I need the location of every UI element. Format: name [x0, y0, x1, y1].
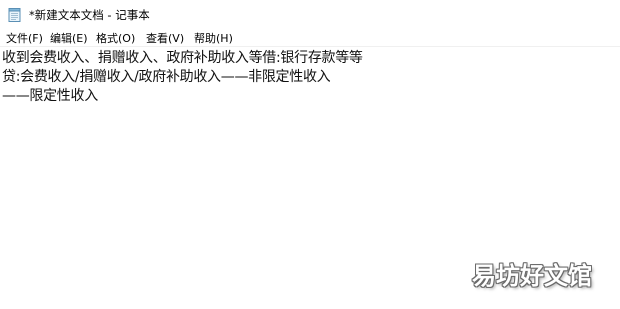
watermark: 易坊好文馆 — [472, 262, 592, 290]
editor-line-1: 收到会费收入、捐赠收入、政府补助收入等借:银行存款等等 — [2, 50, 363, 66]
window-title: *新建文本文档 - 记事本 — [29, 8, 150, 22]
menu-bar: 文件(F) 编辑(E) 格式(O) 查看(V) 帮助(H) — [0, 30, 620, 47]
menu-help[interactable]: 帮助(H) — [194, 31, 233, 46]
notepad-window: *新建文本文档 - 记事本 文件(F) 编辑(E) 格式(O) 查看(V) 帮助… — [0, 0, 620, 309]
menu-format[interactable]: 格式(O) — [96, 31, 135, 46]
editor-line-2: 贷:会费收入/捐赠收入/政府补助收入——非限定性收入 — [2, 69, 331, 85]
menu-edit[interactable]: 编辑(E) — [50, 31, 88, 46]
notepad-icon — [7, 7, 23, 23]
title-bar: *新建文本文档 - 记事本 — [0, 0, 620, 30]
editor-line-3: ——限定性收入 — [2, 88, 98, 104]
menu-view[interactable]: 查看(V) — [146, 31, 184, 46]
menu-file[interactable]: 文件(F) — [6, 31, 43, 46]
